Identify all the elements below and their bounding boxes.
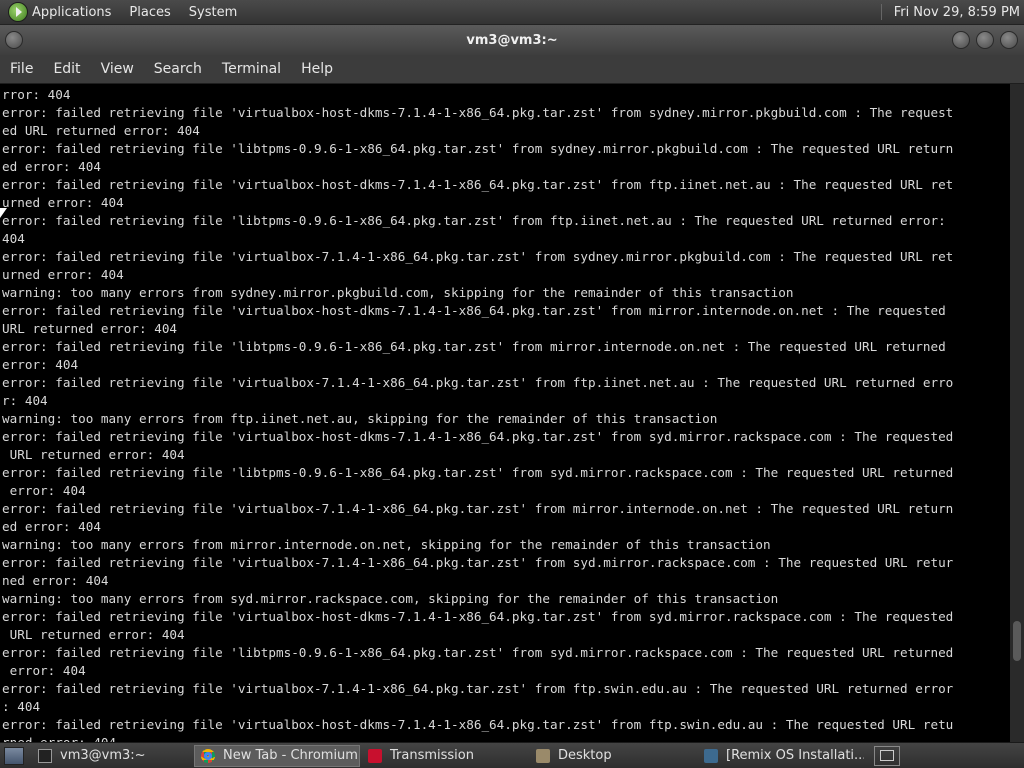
menu-terminal[interactable]: Terminal — [212, 61, 291, 77]
terminal-line: error: failed retrieving file 'libtpms-0… — [2, 141, 954, 156]
terminal-line: error: 404 — [2, 663, 86, 678]
task-remix-os[interactable]: [Remix OS Installati... — [698, 745, 864, 767]
terminal-line: URL returned error: 404 — [2, 627, 185, 642]
menu-help[interactable]: Help — [291, 61, 343, 77]
maximize-icon[interactable] — [976, 31, 994, 49]
menu-edit[interactable]: Edit — [43, 61, 90, 77]
task-label: Transmission — [390, 748, 474, 763]
panel-separator — [880, 4, 882, 20]
task-desktop[interactable]: Desktop — [530, 745, 696, 767]
terminal-line: r: 404 — [2, 393, 48, 408]
task-label: vm3@vm3:~ — [60, 748, 146, 763]
chromium-icon — [201, 748, 215, 763]
terminal-line: warning: too many errors from syd.mirror… — [2, 591, 779, 606]
terminal-line: error: failed retrieving file 'virtualbo… — [2, 249, 954, 264]
terminal-line: error: 404 — [2, 357, 79, 372]
app-icon — [704, 748, 718, 763]
clock[interactable]: Fri Nov 29, 8:59 PM — [894, 5, 1020, 20]
window-titlebar[interactable]: vm3@vm3:~ — [0, 25, 1024, 55]
scrollbar-thumb[interactable] — [1013, 621, 1021, 661]
workspace-switcher-icon[interactable] — [874, 745, 900, 766]
terminal-line: error: failed retrieving file 'virtualbo… — [2, 501, 954, 516]
transmission-icon — [368, 748, 382, 763]
terminal-line: error: 404 — [2, 483, 86, 498]
menu-search[interactable]: Search — [144, 61, 212, 77]
terminal-line: URL returned error: 404 — [2, 321, 178, 336]
terminal-line: error: failed retrieving file 'libtpms-0… — [2, 339, 954, 354]
terminal-scrollbar[interactable] — [1010, 84, 1024, 742]
terminal-line: error: failed retrieving file 'libtpms-0… — [2, 465, 954, 480]
terminal-line: : 404 — [2, 699, 41, 714]
terminal-line: urned error: 404 — [2, 195, 124, 210]
terminal-line: error: failed retrieving file 'virtualbo… — [2, 375, 954, 390]
terminal-line: 404 — [2, 231, 25, 246]
terminal-line: error: failed retrieving file 'virtualbo… — [2, 177, 954, 192]
terminal-output-area[interactable]: rror: 404 error: failed retrieving file … — [0, 84, 1010, 742]
terminal-menubar: File Edit View Search Terminal Help — [0, 55, 1024, 84]
show-desktop-icon[interactable] — [4, 746, 24, 765]
terminal-line: URL returned error: 404 — [2, 447, 185, 462]
terminal-line: ed error: 404 — [2, 159, 101, 174]
terminal-line: error: failed retrieving file 'virtualbo… — [2, 681, 954, 696]
window-menu-icon[interactable] — [5, 31, 23, 49]
terminal-line: error: failed retrieving file 'virtualbo… — [2, 609, 954, 624]
terminal-text: rror: 404 error: failed retrieving file … — [0, 84, 1010, 742]
menu-file[interactable]: File — [0, 61, 43, 77]
applications-menu[interactable]: Applications — [32, 5, 111, 20]
task-transmission[interactable]: Transmission — [362, 745, 528, 767]
task-chromium[interactable]: New Tab - Chromium — [194, 744, 360, 767]
terminal-line: ed URL returned error: 404 — [2, 123, 200, 138]
folder-icon — [536, 748, 550, 763]
terminal-line: ed error: 404 — [2, 519, 101, 534]
system-menu[interactable]: System — [189, 5, 237, 20]
terminal-line: urned error: 404 — [2, 267, 124, 282]
terminal-line: rned error: 404 — [2, 735, 116, 742]
terminal-line: error: failed retrieving file 'libtpms-0… — [2, 213, 954, 228]
terminal-line: warning: too many errors from sydney.mir… — [2, 285, 794, 300]
terminal-icon — [38, 748, 52, 763]
terminal-line: warning: too many errors from mirror.int… — [2, 537, 771, 552]
terminal-line: ned error: 404 — [2, 573, 109, 588]
menu-view[interactable]: View — [91, 61, 144, 77]
close-icon[interactable] — [1000, 31, 1018, 49]
terminal-line: rror: 404 — [2, 87, 71, 102]
task-terminal[interactable]: vm3@vm3:~ — [32, 745, 192, 767]
terminal-line: error: failed retrieving file 'virtualbo… — [2, 429, 954, 444]
terminal-line: error: failed retrieving file 'libtpms-0… — [2, 645, 954, 660]
terminal-line: error: failed retrieving file 'virtualbo… — [2, 717, 954, 732]
task-label: New Tab - Chromium — [223, 748, 358, 763]
terminal-line: error: failed retrieving file 'virtualbo… — [2, 555, 954, 570]
window-title: vm3@vm3:~ — [466, 32, 558, 48]
distro-logo-icon[interactable] — [8, 2, 28, 22]
terminal-line: error: failed retrieving file 'virtualbo… — [2, 105, 954, 120]
task-label: [Remix OS Installati... — [726, 748, 864, 763]
bottom-taskbar: vm3@vm3:~ New Tab - Chromium Transmissio… — [0, 742, 1024, 768]
top-panel: Applications Places System Fri Nov 29, 8… — [0, 0, 1024, 25]
minimize-icon[interactable] — [952, 31, 970, 49]
mouse-pointer-icon — [0, 208, 7, 218]
places-menu[interactable]: Places — [129, 5, 170, 20]
terminal-line: error: failed retrieving file 'virtualbo… — [2, 303, 954, 318]
task-label: Desktop — [558, 748, 612, 763]
terminal-line: warning: too many errors from ftp.iinet.… — [2, 411, 718, 426]
